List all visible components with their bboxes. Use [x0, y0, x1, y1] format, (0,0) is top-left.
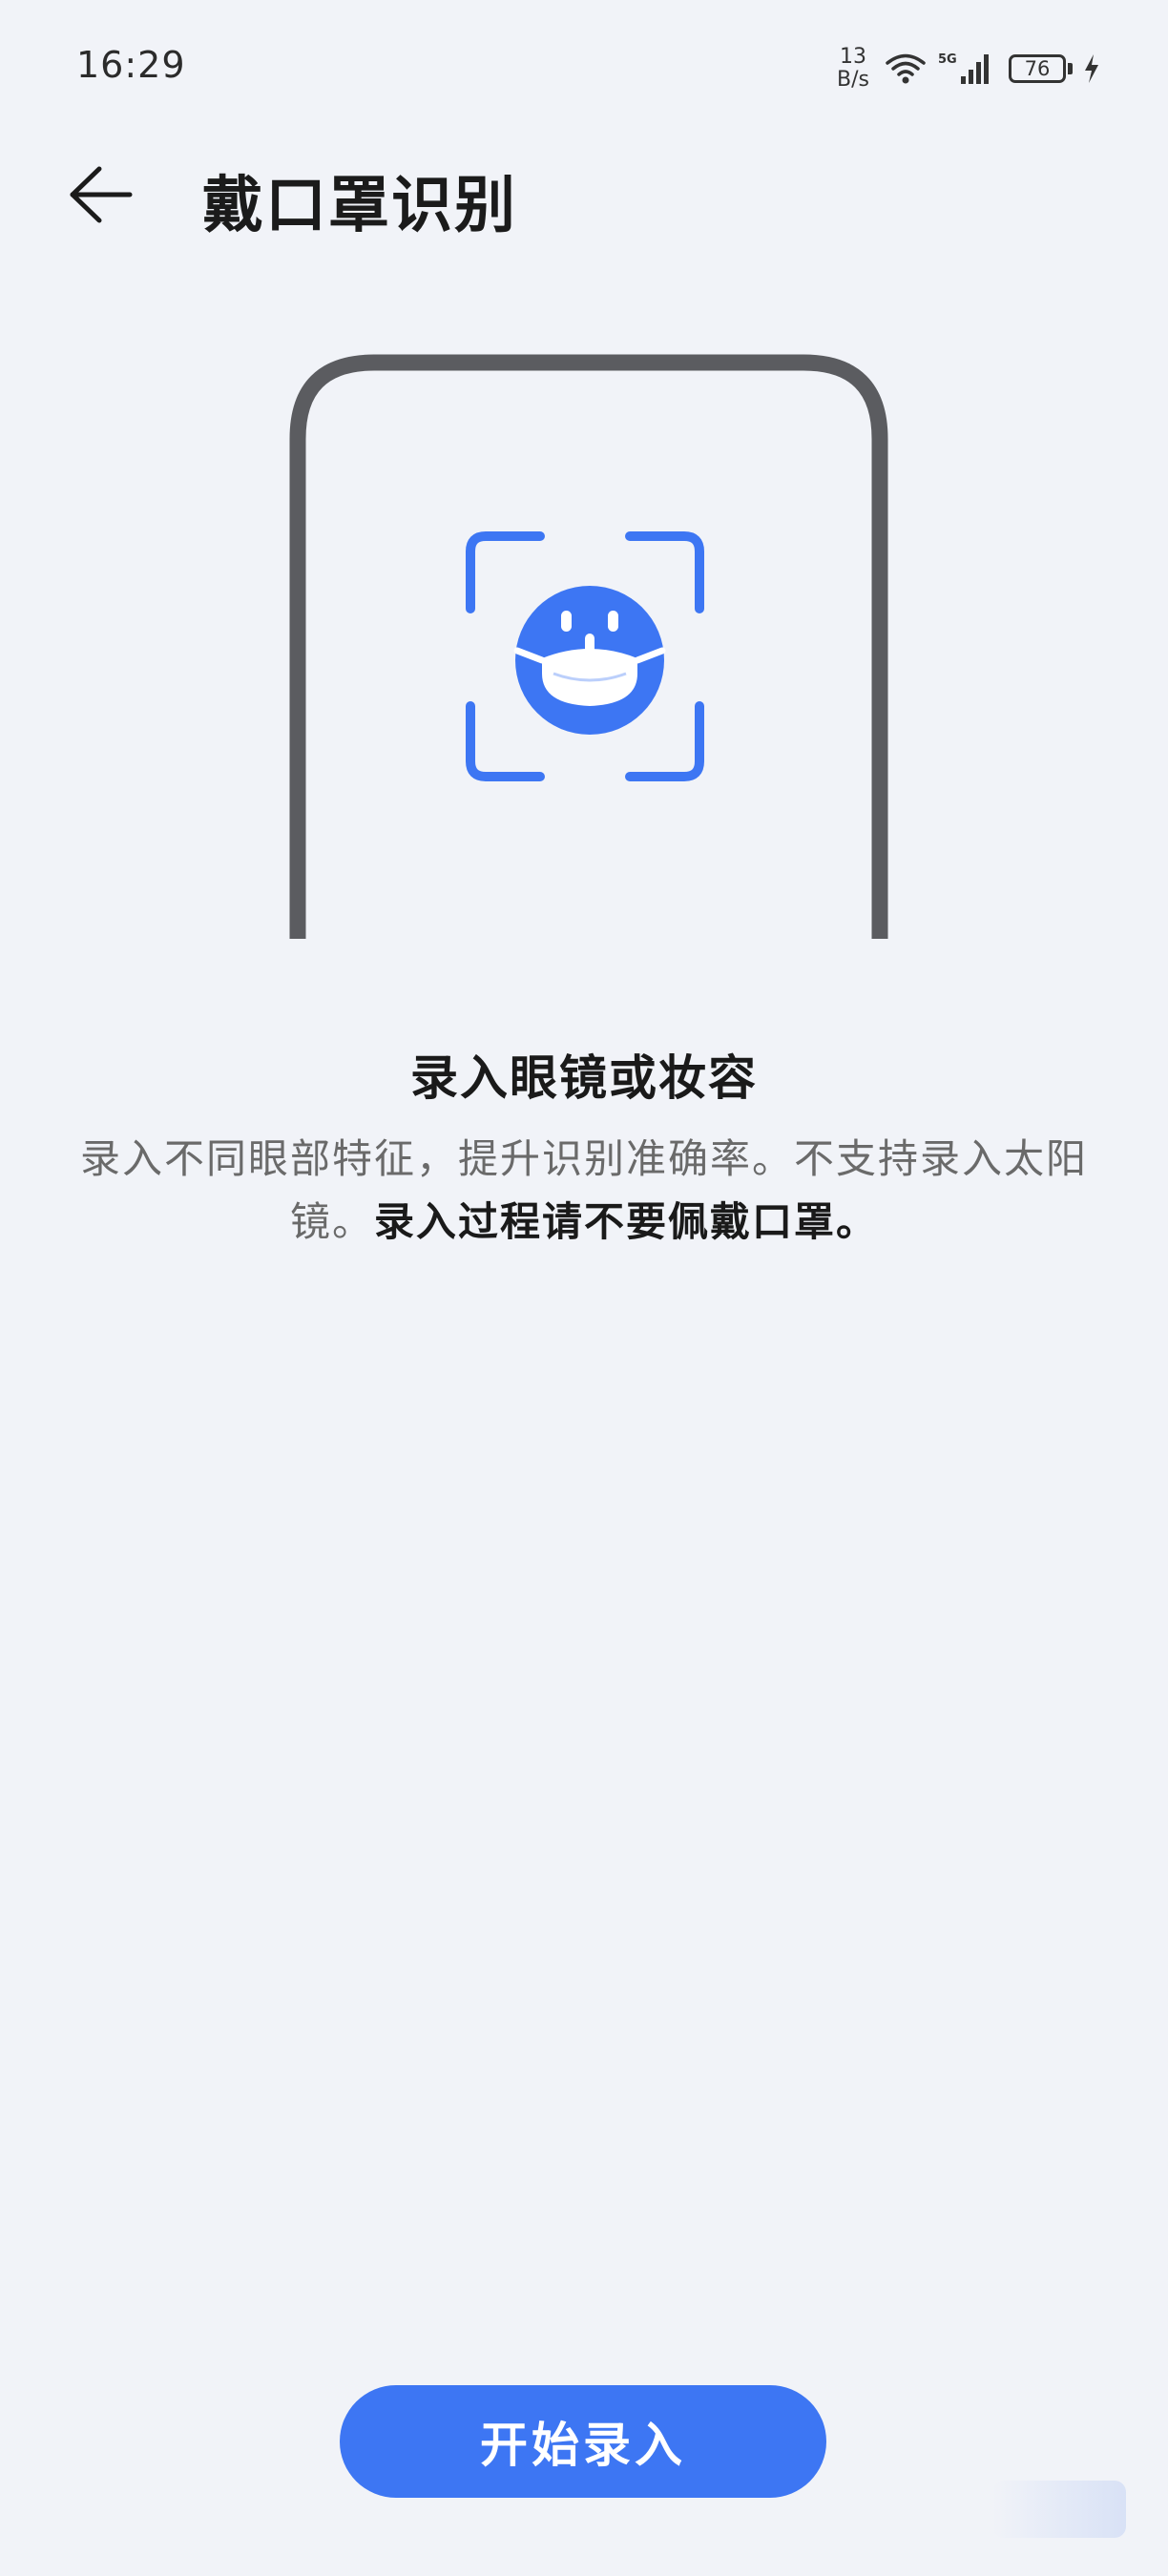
arrow-left-icon — [67, 163, 134, 230]
info-description: 录入不同眼部特征，提升识别准确率。不支持录入太阳镜。录入过程请不要佩戴口罩。 — [67, 1128, 1101, 1254]
watermark — [992, 2481, 1126, 2538]
status-time: 16:29 — [76, 44, 186, 86]
app-header: 戴口罩识别 — [0, 143, 1168, 248]
status-indicators: 13 B/s 5G 76 — [837, 42, 1101, 95]
page-title: 戴口罩识别 — [202, 171, 517, 241]
wifi-icon — [885, 52, 927, 85]
network-type-label: 5G — [938, 52, 957, 67]
status-bar: 16:29 13 B/s 5G 76 — [0, 0, 1168, 134]
face-with-mask-scan-icon — [466, 531, 704, 781]
info-heading: 录入眼镜或妆容 — [410, 1050, 758, 1106]
battery-cap — [1068, 63, 1073, 74]
battery-level: 76 — [1024, 57, 1051, 80]
phone-illustration — [0, 353, 1168, 945]
start-enroll-button[interactable]: 开始录入 — [340, 2385, 826, 2498]
battery-icon: 76 — [1009, 54, 1066, 83]
network-speed: 13 B/s — [837, 46, 869, 92]
network-speed-unit: B/s — [837, 68, 869, 92]
info-body-warning: 录入过程请不要佩戴口罩。 — [374, 1198, 879, 1245]
signal-5g-icon: 5G — [936, 50, 995, 88]
charging-icon — [1082, 52, 1101, 85]
network-speed-value: 13 — [840, 45, 867, 69]
back-button[interactable] — [67, 160, 162, 233]
